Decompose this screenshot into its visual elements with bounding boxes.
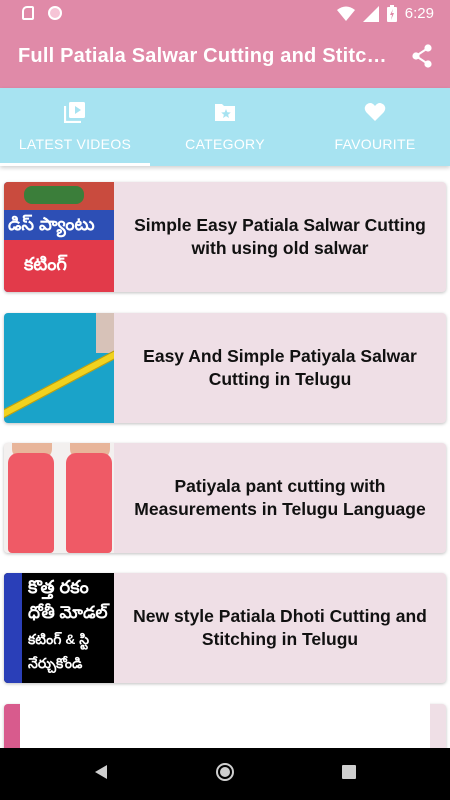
sd-card-icon: [22, 6, 34, 20]
battery-icon: [386, 5, 397, 22]
home-icon: [215, 762, 235, 787]
heart-icon: [364, 100, 386, 124]
tab-bar: LATEST VIDEOS CATEGORY FAVOURITE: [0, 88, 450, 166]
video-title: New style Patiala Dhoti Cutting and Stit…: [133, 606, 427, 649]
thumbnail-text: కటింగ్: [24, 254, 67, 274]
recents-icon: [342, 764, 356, 784]
share-icon: [411, 43, 433, 73]
back-icon: [94, 764, 108, 785]
wifi-icon: [336, 6, 355, 22]
circle-icon: [48, 6, 62, 20]
video-card[interactable]: డిస్ ప్యాంటు కటింగ్ Simple Easy Patiala …: [4, 182, 446, 292]
video-thumbnail: కొత్త రకం ధోతీ మోడల్ కటింగ్ & స్టి నేర్చ…: [4, 573, 114, 683]
thumbnail-text: కొత్త రకం: [28, 577, 89, 597]
system-nav-bar: [0, 748, 450, 800]
video-thumbnail: డిస్ ప్యాంటు కటింగ్: [4, 182, 114, 292]
tab-category[interactable]: CATEGORY: [150, 88, 300, 166]
tab-label: LATEST VIDEOS: [18, 136, 132, 152]
recents-button[interactable]: [337, 762, 361, 786]
back-button[interactable]: [89, 762, 113, 786]
tab-label: CATEGORY: [185, 136, 265, 152]
tab-latest-videos[interactable]: LATEST VIDEOS: [0, 88, 150, 166]
signal-icon: [362, 5, 379, 22]
folder-star-icon: [214, 100, 236, 124]
video-card[interactable]: కొత్త రకం ధోతీ మోడల్ కటింగ్ & స్టి నేర్చ…: [4, 573, 446, 683]
status-time: 6:29: [404, 5, 434, 22]
thumbnail-text: డిస్ ప్యాంటు: [8, 214, 95, 234]
video-card[interactable]: Easy And Simple Patiyala Salwar Cutting …: [4, 313, 446, 423]
video-list: డిస్ ప్యాంటు కటింగ్ Simple Easy Patiala …: [0, 166, 450, 748]
video-card[interactable]: Patiyala pant cutting with Measurements …: [4, 443, 446, 553]
thumbnail-text: ధోతీ మోడల్: [28, 603, 108, 622]
video-thumbnail: [4, 313, 114, 423]
ad-banner-placeholder: [20, 692, 430, 748]
tab-label: FAVOURITE: [334, 136, 416, 152]
video-thumbnail: [4, 443, 114, 553]
video-library-icon: [64, 100, 86, 124]
app-title: Full Patiala Salwar Cutting and Stitchin…: [18, 45, 388, 67]
status-bar: 6:29: [0, 0, 450, 28]
home-button[interactable]: [213, 762, 237, 786]
video-title: Patiyala pant cutting with Measurements …: [134, 476, 426, 519]
thumbnail-text: కటింగ్ & స్టి: [28, 631, 90, 647]
tab-favourite[interactable]: FAVOURITE: [300, 88, 450, 166]
app-bar: Full Patiala Salwar Cutting and Stitchin…: [0, 28, 450, 88]
video-title: Easy And Simple Patiyala Salwar Cutting …: [143, 346, 417, 389]
video-title: Simple Easy Patiala Salwar Cutting with …: [134, 215, 426, 258]
thumbnail-text: నేర్చుకోండి: [28, 655, 83, 671]
active-tab-indicator: [0, 163, 150, 166]
share-button[interactable]: [406, 42, 438, 74]
